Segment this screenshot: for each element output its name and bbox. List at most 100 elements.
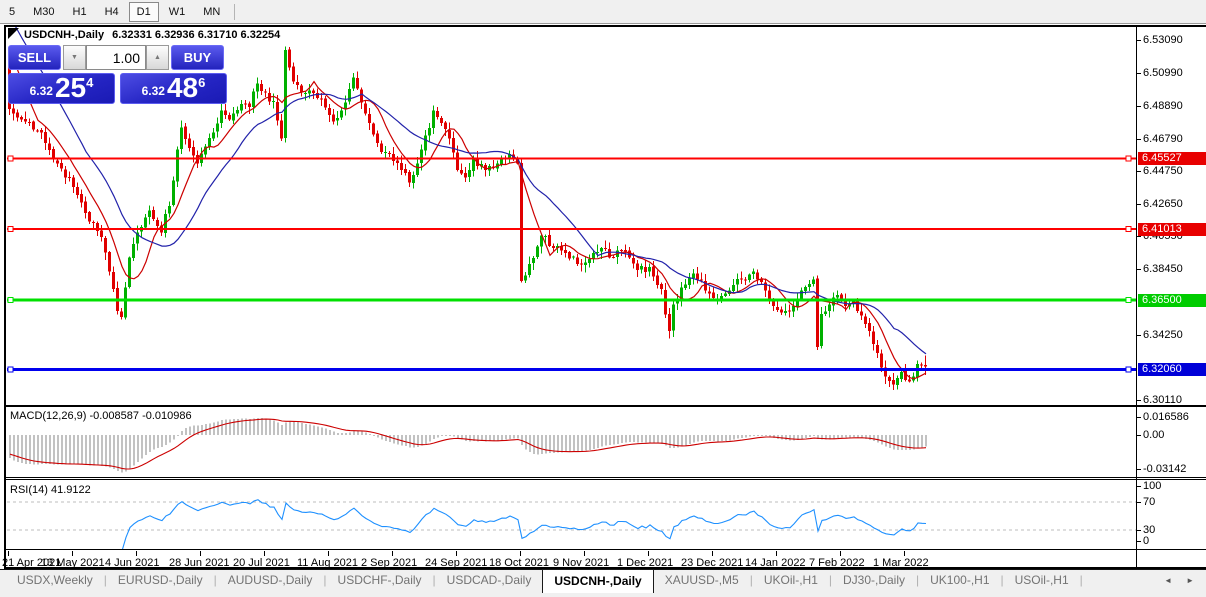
one-click-trading-panel: SELL ▼ 1.00 ▲ BUY 6.32 25 4 6.32 48 6	[8, 45, 229, 104]
hline-handle[interactable]	[7, 296, 14, 303]
rsi-tick	[1137, 530, 1141, 531]
tab-usdchf-daily[interactable]: USDCHF-,Daily	[327, 570, 433, 592]
price-axis-label: 6.42650	[1143, 198, 1183, 210]
hline-handle[interactable]	[7, 155, 14, 162]
price-axis-label: 6.46790	[1143, 133, 1183, 145]
hline-handle[interactable]	[7, 226, 14, 233]
buy-button[interactable]: BUY	[171, 45, 224, 70]
timeframe-button-5[interactable]: 5	[1, 2, 23, 22]
volume-stepper: ▼ 1.00 ▲	[63, 45, 169, 70]
date-tick	[72, 551, 73, 556]
hline-handle[interactable]	[1125, 226, 1132, 233]
date-axis-label: 23 Dec 2021	[681, 557, 744, 569]
price-axis-label: 6.44750	[1143, 165, 1183, 177]
tab-usdx-weekly[interactable]: USDX,Weekly	[6, 570, 104, 592]
tab-separator: |	[1079, 573, 1083, 587]
macd-axis-label: 0.00	[1143, 429, 1165, 441]
price-tick	[1137, 139, 1141, 140]
hline-handle[interactable]	[1125, 155, 1132, 162]
hline-6.45527[interactable]	[7, 157, 1136, 160]
price-axis-label: 6.48890	[1143, 100, 1183, 112]
chart-border-left	[4, 25, 6, 569]
hline-6.36500[interactable]	[7, 298, 1136, 302]
hline-handle[interactable]	[1125, 366, 1132, 373]
hline-6.41013[interactable]	[7, 228, 1136, 231]
tab-scroll-arrows: ◄ ►	[1164, 576, 1194, 585]
timeframe-button-mn[interactable]: MN	[195, 2, 228, 22]
price-tick	[1137, 40, 1141, 41]
volume-input[interactable]: 1.00	[86, 45, 146, 70]
rsi-axis-label: 70	[1143, 496, 1156, 508]
macd-tick	[1137, 435, 1141, 436]
hline-6.32060[interactable]	[7, 368, 1136, 371]
buy-price-box[interactable]: 6.32 48 6	[120, 73, 227, 104]
tab-ukoil-h1[interactable]: UKOil-,H1	[753, 570, 829, 592]
date-axis-label: 24 Sep 2021	[425, 557, 488, 569]
timeframe-button-h4[interactable]: H4	[97, 2, 127, 22]
rsi-pane[interactable]	[7, 480, 1136, 549]
macd-pane[interactable]	[7, 407, 1136, 477]
date-axis-label: 4 Jun 2021	[105, 557, 160, 569]
volume-decrease-button[interactable]: ▼	[63, 45, 86, 70]
macd-signal-line	[9, 418, 927, 470]
date-tick	[648, 551, 649, 556]
date-axis-label: 28 Jun 2021	[169, 557, 230, 569]
buy-price-small: 6.32	[141, 84, 165, 98]
date-tick	[584, 551, 585, 556]
tab-scroll-right-icon[interactable]: ►	[1186, 576, 1194, 585]
timeframe-button-d1[interactable]: D1	[128, 1, 159, 22]
buy-price-sup: 6	[198, 75, 206, 90]
price-tick	[1137, 236, 1141, 237]
tab-usdcad-daily[interactable]: USDCAD-,Daily	[436, 570, 543, 592]
timeframe-toolbar: 5 M30 H1 H4 D1 W1 MN	[0, 0, 1206, 24]
buy-price-big: 48	[166, 72, 199, 103]
rsi-tick	[1137, 486, 1141, 487]
hline-handle[interactable]	[1125, 296, 1132, 303]
timeframe-button-w1[interactable]: W1	[161, 2, 194, 22]
sell-price-box[interactable]: 6.32 25 4	[8, 73, 115, 104]
tab-usdcnh-daily[interactable]: USDCNH-,Daily	[542, 569, 654, 593]
arrow-down-icon: ▼	[71, 54, 78, 61]
timeframe-button-m30[interactable]: M30	[25, 2, 62, 22]
mt4-chart-window: 5 M30 H1 H4 D1 W1 MN USDCNH-,Daily 6.32331 6.32…	[0, 0, 1206, 597]
tab-usoil-h1[interactable]: USOil-,H1	[1004, 570, 1080, 592]
date-tick	[328, 551, 329, 556]
date-axis-label: 1 Mar 2022	[873, 557, 929, 569]
tab-scroll-left-icon[interactable]: ◄	[1164, 576, 1172, 585]
price-tick	[1137, 400, 1141, 401]
date-tick	[904, 551, 905, 556]
chart-tab-bar: USDX,Weekly | EURUSD-,Daily | AUDUSD-,Daily |…	[0, 569, 1206, 597]
price-tick	[1137, 73, 1141, 74]
timeframe-button-h1[interactable]: H1	[65, 2, 95, 22]
toolbar-separator	[234, 3, 236, 20]
tab-uk100-h1[interactable]: UK100-,H1	[919, 570, 1000, 592]
price-tick	[1137, 171, 1141, 172]
price-line-badge: 6.45527	[1138, 152, 1206, 165]
price-axis-label: 6.38450	[1143, 263, 1183, 275]
rsi-line	[121, 499, 927, 549]
tab-audusd-daily[interactable]: AUDUSD-,Daily	[217, 570, 324, 592]
date-tick	[776, 551, 777, 556]
date-axis-label: 7 Feb 2022	[809, 557, 865, 569]
tab-xauusd-m5[interactable]: XAUUSD-,M5	[654, 570, 750, 592]
price-tick	[1137, 335, 1141, 336]
rsi-axis-label: 0	[1143, 535, 1150, 547]
date-tick	[264, 551, 265, 556]
date-tick	[520, 551, 521, 556]
hline-handle[interactable]	[7, 366, 14, 373]
tab-dj30-daily[interactable]: DJ30-,Daily	[832, 570, 916, 592]
date-axis-label: 14 Jan 2022	[745, 557, 806, 569]
tab-eurusd-daily[interactable]: EURUSD-,Daily	[107, 570, 214, 592]
date-axis-label: 1 Dec 2021	[617, 557, 674, 569]
sell-button[interactable]: SELL	[8, 45, 61, 70]
volume-increase-button[interactable]: ▲	[146, 45, 169, 70]
date-axis-label: 11 Aug 2021	[297, 557, 358, 569]
price-line-badge: 6.36500	[1138, 294, 1206, 307]
chart-title: USDCNH-,Daily 6.32331 6.32936 6.31710 6.3…	[24, 29, 280, 41]
sell-price-big: 25	[54, 72, 87, 103]
trendline-arrow-icon[interactable]	[8, 28, 19, 39]
rsi-axis-label: 100	[1143, 480, 1162, 492]
chart-symbol-period: USDCNH-,Daily	[24, 29, 105, 41]
price-tick	[1137, 269, 1141, 270]
rsi-tick	[1137, 502, 1141, 503]
